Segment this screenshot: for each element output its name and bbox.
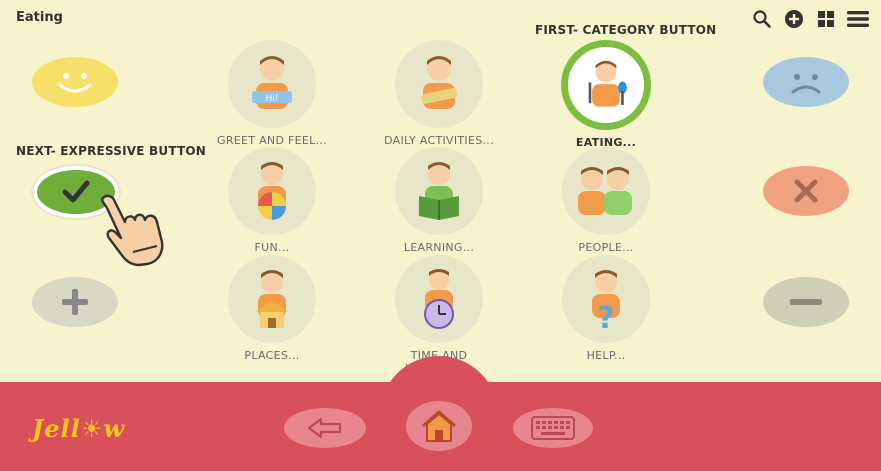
top-toolbar <box>751 8 869 30</box>
category-label: PLACES... <box>244 349 300 362</box>
annotation-next-expressive: NEXT- EXPRESSIVE BUTTON <box>16 144 207 158</box>
cross-icon <box>794 179 818 203</box>
category-label: FUN... <box>254 241 290 254</box>
svg-text:Hi!: Hi! <box>266 94 279 104</box>
category-help[interactable]: ? HELP... <box>546 255 666 362</box>
places-icon <box>256 270 288 328</box>
greet-icon: Hi! <box>252 56 292 109</box>
less-button[interactable] <box>763 277 849 327</box>
fun-icon <box>258 162 286 220</box>
keyboard-icon <box>531 416 575 440</box>
daily-activities-icon <box>421 56 457 109</box>
minus-icon <box>790 299 822 305</box>
jellow-app: Eating FIRST- CATEGORY BUTTON NEXT- EXPR… <box>0 0 881 471</box>
learning-icon <box>419 162 459 220</box>
check-icon <box>62 180 90 203</box>
category-greet-and-feel[interactable]: Hi! GREET AND FEEL... <box>212 40 332 147</box>
eating-icon <box>588 60 627 107</box>
category-label: DAILY ACTIVITIES... <box>384 134 494 147</box>
category-button[interactable] <box>395 40 483 128</box>
category-label: GREET AND FEEL... <box>217 134 327 147</box>
category-button-selected[interactable] <box>561 40 651 130</box>
time-weather-icon <box>424 269 454 329</box>
back-arrow-icon <box>307 417 342 439</box>
category-button[interactable]: ? <box>562 255 650 343</box>
dislike-button[interactable] <box>763 57 849 107</box>
no-button[interactable] <box>763 166 849 216</box>
page-title: Eating <box>16 10 63 25</box>
more-button[interactable] <box>32 277 118 327</box>
category-fun[interactable]: FUN... <box>212 147 332 254</box>
sad-face-icon <box>791 74 821 94</box>
svg-text:?: ? <box>597 301 614 332</box>
category-learning[interactable]: LEARNING... <box>379 147 499 254</box>
category-label: HELP... <box>586 349 626 362</box>
jellow-logo: Jell☀w <box>32 414 126 443</box>
category-button[interactable] <box>395 147 483 235</box>
back-button[interactable] <box>284 408 366 448</box>
plus-icon <box>62 289 88 315</box>
category-button[interactable] <box>228 255 316 343</box>
category-places[interactable]: PLACES... <box>212 255 332 362</box>
grid-icon[interactable] <box>815 8 837 30</box>
category-label: PEOPLE... <box>578 241 634 254</box>
search-icon[interactable] <box>751 8 773 30</box>
category-daily-activities[interactable]: DAILY ACTIVITIES... <box>379 40 499 147</box>
category-button[interactable] <box>228 147 316 235</box>
home-icon <box>422 410 456 442</box>
category-people[interactable]: PEOPLE... <box>546 147 666 254</box>
keyboard-button[interactable] <box>513 408 593 448</box>
menu-icon[interactable] <box>847 8 869 30</box>
category-button[interactable]: Hi! <box>228 40 316 128</box>
category-label: LEARNING... <box>403 241 475 254</box>
help-icon: ? <box>592 270 620 332</box>
home-button[interactable] <box>406 401 472 451</box>
category-button[interactable] <box>395 255 483 343</box>
add-circle-icon[interactable] <box>783 8 805 30</box>
category-eating[interactable]: EATING... <box>546 40 666 149</box>
smile-icon <box>58 73 92 93</box>
like-button[interactable] <box>32 57 118 107</box>
pointing-hand-icon <box>101 194 164 267</box>
annotation-first-category: FIRST- CATEGORY BUTTON <box>535 23 717 37</box>
people-icon <box>578 167 632 215</box>
category-button[interactable] <box>562 147 650 235</box>
